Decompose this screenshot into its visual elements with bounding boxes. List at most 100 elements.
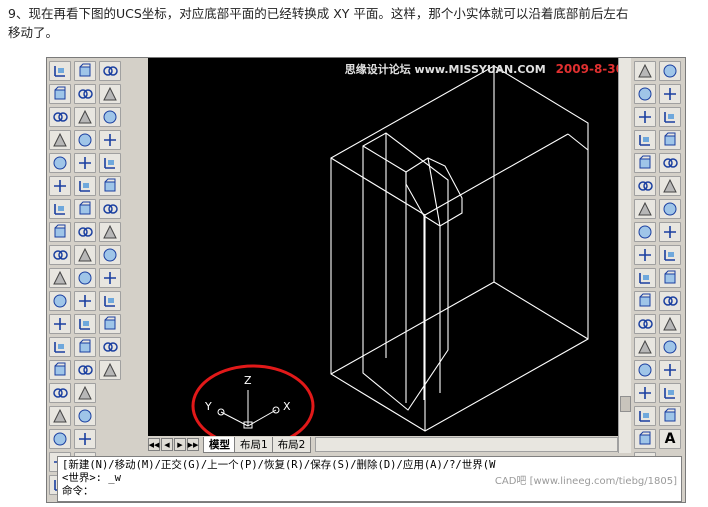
arc-icon[interactable] [634,176,656,196]
text-tool-button[interactable]: A [659,429,681,449]
ruled-surface-icon[interactable] [74,314,96,334]
ucs-origin-icon[interactable] [49,199,71,219]
explode-icon[interactable] [659,406,681,426]
edge-surface-icon[interactable] [74,337,96,357]
horizontal-scrollbar[interactable] [315,437,618,452]
cylinder-icon[interactable] [99,107,121,127]
setup-drawing-icon[interactable] [99,314,121,334]
stretch-icon[interactable] [659,245,681,265]
tab-model[interactable]: 模型 [203,436,236,453]
ellipse-icon[interactable] [634,268,656,288]
ucs-manager-icon[interactable] [49,429,71,449]
line-icon[interactable] [634,61,656,81]
torus-surface-icon[interactable] [74,222,96,242]
copy-icon[interactable] [659,84,681,104]
join-icon[interactable] [659,337,681,357]
break-icon[interactable] [659,314,681,334]
nav-last-button[interactable]: ▶▶ [187,438,199,451]
ucs-move-icon[interactable] [49,383,71,403]
setup-view-icon[interactable] [99,337,121,357]
ellipse-arc-icon[interactable] [634,291,656,311]
rotate-icon[interactable] [659,199,681,219]
ucs-apply-icon[interactable] [49,337,71,357]
move-icon[interactable] [659,176,681,196]
nav-next-button[interactable]: ▶ [174,438,186,451]
extrude-icon[interactable] [99,199,121,219]
setup-profile-icon[interactable] [99,360,121,380]
array-icon[interactable] [659,153,681,173]
chamfer-icon[interactable] [659,360,681,380]
tab-layout2[interactable]: 布局2 [271,436,312,453]
ucs-world-icon[interactable] [49,84,71,104]
mesh-icon[interactable] [74,245,96,265]
box-icon[interactable] [99,61,121,81]
scale-icon[interactable] [659,222,681,242]
caption-line-1: 9、现在再看下图的UCS坐标，对应底部平面的已经转换成 XY 平面。这样，那个小… [8,6,629,21]
ucs-z-icon[interactable] [49,314,71,334]
make-block-icon[interactable] [634,337,656,357]
wedge-surface-icon[interactable] [74,84,96,104]
construction-line-icon[interactable] [634,84,656,104]
3dmesh-icon[interactable] [74,406,96,426]
ucs-face-icon[interactable] [49,130,71,150]
gradient-icon[interactable] [634,406,656,426]
ucs-x-icon[interactable] [49,268,71,288]
circle-icon-glyph [638,201,652,216]
interfere-icon[interactable] [99,291,121,311]
torus-icon[interactable] [99,176,121,196]
polyline-icon[interactable] [634,107,656,127]
nav-first-button[interactable]: ◀◀ [148,438,160,451]
3dface-icon[interactable] [74,360,96,380]
revolve-icon[interactable] [99,222,121,242]
layout-tab-bar: ◀◀ ◀ ▶ ▶▶ 模型 布局1 布局2 [148,436,618,453]
polygon-icon[interactable] [634,130,656,150]
tab-layout1[interactable]: 布局1 [234,436,274,453]
command-window[interactable]: [新建(N)/移动(M)/正交(G)/上一个(P)/恢复(R)/保存(S)/删除… [57,456,682,502]
spline-icon[interactable] [634,245,656,265]
dish-surface-icon[interactable] [74,199,96,219]
circle-icon[interactable] [634,199,656,219]
drawing-canvas[interactable]: Z Y X 思缘设计论坛 www.MISSYUAN.COM 2009-8-30 [148,58,630,436]
revision-cloud-icon[interactable] [634,222,656,242]
edge-icon[interactable] [74,383,96,403]
hatch-icon[interactable] [634,383,656,403]
wedge-icon[interactable] [99,153,121,173]
erase-icon[interactable] [659,61,681,81]
mirror-icon-glyph [664,112,675,123]
ucs-rotate-icon-glyph [53,408,67,423]
tabulated-surface-icon[interactable] [74,291,96,311]
sphere-surface-icon[interactable] [74,153,96,173]
mesh-icon-glyph [78,247,92,262]
rectangle-icon[interactable] [634,153,656,173]
revolve-surface-icon[interactable] [74,268,96,288]
ucs-view-icon[interactable] [49,176,71,196]
pyramid-surface-icon[interactable] [74,107,96,127]
ucs-zaxis-icon[interactable] [49,222,71,242]
ucs-named-icon[interactable] [49,360,71,380]
cone-surface-icon[interactable] [74,130,96,150]
region-draw-icon[interactable] [634,429,656,449]
vertical-scrollbar[interactable] [618,58,631,453]
ucs-icon[interactable] [49,61,71,81]
offset-icon[interactable] [659,130,681,150]
point-icon[interactable] [634,360,656,380]
cone-icon[interactable] [99,130,121,150]
extend-icon[interactable] [659,291,681,311]
vertical-scroll-thumb[interactable] [620,396,631,412]
section-icon[interactable] [99,268,121,288]
mirror-icon[interactable] [659,107,681,127]
camera-icon[interactable] [74,429,96,449]
ucs-3point-icon[interactable] [49,245,71,265]
fillet-icon[interactable] [659,383,681,403]
dome-surface-icon[interactable] [74,176,96,196]
slice-icon[interactable] [99,245,121,265]
box-surface-icon[interactable] [74,61,96,81]
sphere-icon[interactable] [99,84,121,104]
ucs-object-icon[interactable] [49,153,71,173]
insert-block-icon[interactable] [634,314,656,334]
ucs-previous-icon[interactable] [49,107,71,127]
nav-prev-button[interactable]: ◀ [161,438,173,451]
ucs-y-icon[interactable] [49,291,71,311]
ucs-rotate-icon[interactable] [49,406,71,426]
trim-icon[interactable] [659,268,681,288]
